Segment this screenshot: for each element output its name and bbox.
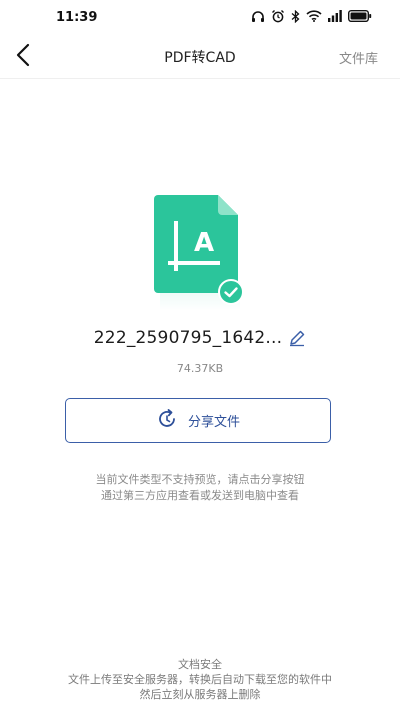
- share-refresh-icon: [156, 408, 178, 434]
- share-button-label: 分享文件: [187, 415, 240, 430]
- alarm-icon: [271, 9, 285, 23]
- hint-line-2: 通过第三方应用查看或发送到电脑中查看: [101, 489, 299, 502]
- status-time: 11:39: [56, 10, 98, 25]
- preview-unsupported-hint: 当前文件类型不支持预览，请点击分享按钮 通过第三方应用查看或发送到电脑中查看: [0, 472, 400, 504]
- svg-text:A: A: [194, 228, 214, 258]
- footer-title: 文档安全: [178, 658, 222, 671]
- footer-line-2: 然后立刻从服务器上删除: [139, 688, 261, 701]
- file-size: 74.37KB: [176, 362, 224, 375]
- battery-icon: [348, 10, 372, 22]
- bluetooth-icon: [291, 9, 300, 23]
- wifi-icon: [306, 10, 322, 22]
- pdf-to-cad-screen: 11:39 PDF转CAD 文件库 A 222_2590795_1642... …: [0, 0, 400, 711]
- status-bar: 11:39: [0, 0, 400, 36]
- signal-icon: [328, 10, 342, 22]
- pencil-icon[interactable]: [288, 329, 306, 347]
- file-library-link[interactable]: 文件库: [339, 48, 378, 67]
- status-icons: [251, 9, 372, 23]
- cad-file-icon: A: [152, 193, 248, 311]
- security-footer: 文档安全 文件上传至安全服务器，转换后自动下载至您的软件中 然后立刻从服务器上删…: [0, 657, 400, 702]
- file-name-row: 222_2590795_1642...: [0, 328, 400, 348]
- hint-line-1: 当前文件类型不支持预览，请点击分享按钮: [95, 473, 305, 486]
- share-file-button[interactable]: 分享文件: [65, 398, 331, 443]
- check-circle-icon: [218, 279, 244, 305]
- nav-bar: PDF转CAD 文件库: [0, 36, 400, 79]
- headphones-icon: [251, 10, 265, 23]
- footer-line-1: 文件上传至安全服务器，转换后自动下载至您的软件中: [68, 673, 332, 686]
- file-name: 222_2590795_1642...: [93, 328, 283, 348]
